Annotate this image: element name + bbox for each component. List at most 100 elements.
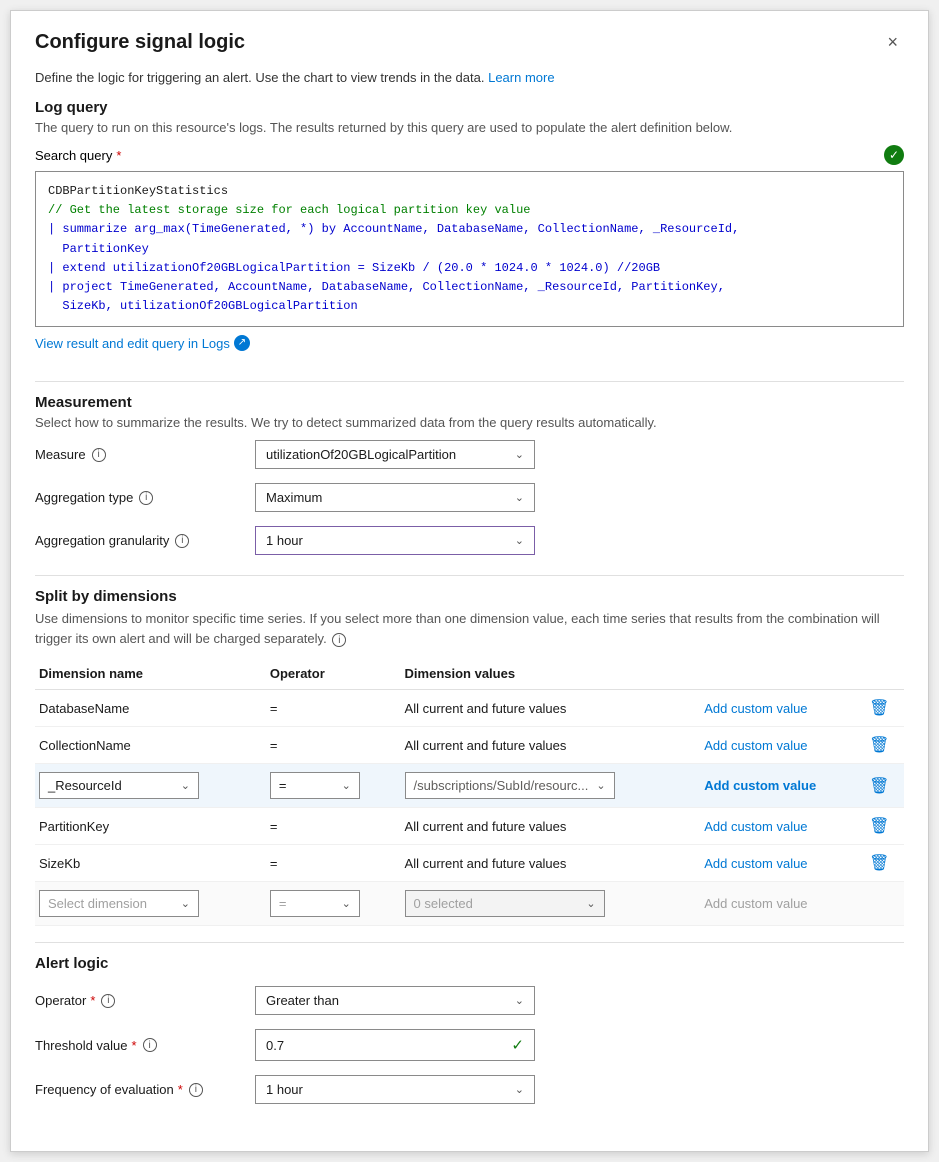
delete-row-button[interactable]: 🗑 bbox=[869, 776, 889, 796]
divider-2 bbox=[35, 575, 904, 576]
aggregation-type-label: Aggregation type i bbox=[35, 490, 255, 505]
col-add-custom bbox=[700, 660, 865, 690]
dim-op-dropdown[interactable]: = ⌄ bbox=[270, 772, 360, 799]
measure-dropdown-value: utilizationOf20GBLogicalPartition bbox=[266, 447, 456, 462]
add-custom-link[interactable]: Add custom value bbox=[704, 738, 807, 753]
search-query-label-row: Search query * ✓ bbox=[35, 145, 904, 165]
split-by-dimensions-section: Split by dimensions Use dimensions to mo… bbox=[35, 588, 904, 926]
table-row: CollectionName = All current and future … bbox=[35, 727, 904, 764]
dim-add-custom-cell: Add custom value bbox=[700, 845, 865, 882]
dim-val-cell: /subscriptions/SubId/resourc... ⌄ bbox=[401, 764, 701, 808]
operator-row: Operator * i Greater than ⌄ bbox=[35, 986, 904, 1015]
dim-val-cell: All current and future values bbox=[401, 690, 701, 727]
query-box[interactable]: CDBPartitionKeyStatistics // Get the lat… bbox=[35, 171, 904, 327]
view-result-link[interactable]: View result and edit query in Logs ↗ bbox=[35, 335, 250, 351]
delete-row-button[interactable]: 🗑 bbox=[869, 735, 889, 755]
aggregation-granularity-dropdown[interactable]: 1 hour ⌄ bbox=[255, 526, 535, 555]
dim-name-cell: DatabaseName bbox=[35, 690, 266, 727]
delete-row-button[interactable]: 🗑 bbox=[869, 816, 889, 836]
split-title: Split by dimensions bbox=[35, 588, 904, 605]
new-op-arrow: ⌄ bbox=[342, 897, 351, 910]
measurement-title: Measurement bbox=[35, 394, 904, 411]
dim-op-cell: = bbox=[266, 808, 401, 845]
threshold-check-icon: ✓ bbox=[511, 1036, 524, 1054]
threshold-value: 0.7 bbox=[266, 1038, 284, 1053]
col-dimension-name: Dimension name bbox=[35, 660, 266, 690]
new-val-dropdown[interactable]: 0 selected ⌄ bbox=[405, 890, 605, 917]
measure-row: Measure i utilizationOf20GBLogicalPartit… bbox=[35, 440, 904, 469]
dim-val-dropdown-arrow: ⌄ bbox=[596, 779, 605, 792]
info-bar-text: Define the logic for triggering an alert… bbox=[35, 70, 484, 85]
aggregation-granularity-value: 1 hour bbox=[266, 533, 303, 548]
dim-op-cell: = bbox=[266, 727, 401, 764]
select-dimension-placeholder: Select dimension bbox=[48, 896, 147, 911]
frequency-row: Frequency of evaluation * i 1 hour ⌄ bbox=[35, 1075, 904, 1104]
frequency-dropdown[interactable]: 1 hour ⌄ bbox=[255, 1075, 535, 1104]
new-val-arrow: ⌄ bbox=[586, 897, 595, 910]
new-dim-op-cell: = ⌄ bbox=[266, 882, 401, 926]
threshold-input[interactable]: 0.7 ✓ bbox=[255, 1029, 535, 1061]
aggregation-type-info-icon: i bbox=[139, 491, 153, 505]
dim-delete-cell: 🗑 bbox=[865, 845, 904, 882]
threshold-info-icon: i bbox=[143, 1038, 157, 1052]
new-delete-cell bbox=[865, 882, 904, 926]
dim-name-dropdown-value: _ResourceId bbox=[48, 778, 122, 793]
dialog-title: Configure signal logic bbox=[35, 31, 245, 54]
dim-val-dropdown[interactable]: /subscriptions/SubId/resourc... ⌄ bbox=[405, 772, 615, 799]
add-custom-link[interactable]: Add custom value bbox=[704, 701, 807, 716]
dim-name-dropdown[interactable]: _ResourceId ⌄ bbox=[39, 772, 199, 799]
table-row: DatabaseName = All current and future va… bbox=[35, 690, 904, 727]
search-query-required: * bbox=[116, 148, 121, 163]
dim-op-cell: = bbox=[266, 690, 401, 727]
threshold-required-star: * bbox=[132, 1038, 137, 1053]
operator-dropdown[interactable]: Greater than ⌄ bbox=[255, 986, 535, 1015]
query-line-3: | summarize arg_max(TimeGenerated, *) by… bbox=[48, 220, 891, 239]
query-line-5: | project TimeGenerated, AccountName, Da… bbox=[48, 278, 891, 297]
frequency-required-star: * bbox=[178, 1082, 183, 1097]
split-desc-text: Use dimensions to monitor specific time … bbox=[35, 611, 880, 646]
table-row: PartitionKey = All current and future va… bbox=[35, 808, 904, 845]
aggregation-granularity-label: Aggregation granularity i bbox=[35, 533, 255, 548]
new-add-custom-cell: Add custom value bbox=[700, 882, 865, 926]
select-dimension-dropdown[interactable]: Select dimension ⌄ bbox=[39, 890, 199, 917]
divider-1 bbox=[35, 381, 904, 382]
dim-val-dropdown-value: /subscriptions/SubId/resourc... bbox=[414, 778, 589, 793]
delete-row-button[interactable]: 🗑 bbox=[869, 698, 889, 718]
new-op-dropdown[interactable]: = ⌄ bbox=[270, 890, 360, 917]
add-custom-link[interactable]: Add custom value bbox=[704, 778, 816, 793]
measure-dropdown-arrow: ⌄ bbox=[515, 448, 524, 461]
frequency-info-icon: i bbox=[189, 1083, 203, 1097]
operator-required-star: * bbox=[90, 993, 95, 1008]
configure-signal-logic-dialog: Configure signal logic × Define the logi… bbox=[10, 10, 929, 1152]
dim-delete-cell: 🗑 bbox=[865, 764, 904, 808]
close-button[interactable]: × bbox=[881, 31, 904, 53]
col-dimension-values: Dimension values bbox=[401, 660, 701, 690]
delete-row-button[interactable]: 🗑 bbox=[869, 853, 889, 873]
aggregation-type-arrow: ⌄ bbox=[515, 491, 524, 504]
dim-op-dropdown-arrow: ⌄ bbox=[342, 779, 351, 792]
dim-add-custom-cell: Add custom value bbox=[700, 808, 865, 845]
add-custom-link[interactable]: Add custom value bbox=[704, 819, 807, 834]
add-custom-link[interactable]: Add custom value bbox=[704, 856, 807, 871]
measure-dropdown[interactable]: utilizationOf20GBLogicalPartition ⌄ bbox=[255, 440, 535, 469]
dim-name-cell: CollectionName bbox=[35, 727, 266, 764]
learn-more-link[interactable]: Learn more bbox=[488, 70, 554, 85]
new-dim-name-cell: Select dimension ⌄ bbox=[35, 882, 266, 926]
dialog-header: Configure signal logic × bbox=[35, 31, 904, 54]
query-line-4: | extend utilizationOf20GBLogicalPartiti… bbox=[48, 259, 891, 278]
dimensions-table: Dimension name Operator Dimension values… bbox=[35, 660, 904, 926]
divider-3 bbox=[35, 942, 904, 943]
external-link-icon: ↗ bbox=[234, 335, 250, 351]
measure-label: Measure i bbox=[35, 447, 255, 462]
aggregation-granularity-arrow: ⌄ bbox=[515, 534, 524, 547]
dim-val-cell: All current and future values bbox=[401, 808, 701, 845]
dim-name-cell: PartitionKey bbox=[35, 808, 266, 845]
dim-val-cell: All current and future values bbox=[401, 845, 701, 882]
new-val-placeholder: 0 selected bbox=[414, 896, 473, 911]
view-result-link-text: View result and edit query in Logs bbox=[35, 336, 230, 351]
dim-delete-cell: 🗑 bbox=[865, 727, 904, 764]
new-op-value: = bbox=[279, 896, 287, 911]
aggregation-type-dropdown[interactable]: Maximum ⌄ bbox=[255, 483, 535, 512]
aggregation-type-row: Aggregation type i Maximum ⌄ bbox=[35, 483, 904, 512]
operator-value: Greater than bbox=[266, 993, 339, 1008]
